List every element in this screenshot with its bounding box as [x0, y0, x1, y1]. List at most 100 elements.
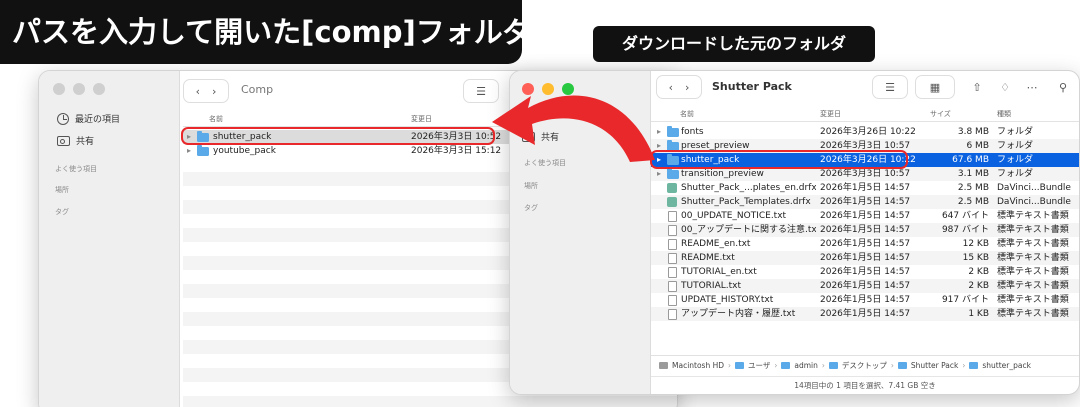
table-row[interactable]: アップデート内容・履歴.txt 2026年1月5日 14:57 1 KB 標準テキスト…: [651, 307, 1079, 321]
disclosure-chevron-icon[interactable]: ▸: [657, 139, 661, 153]
column-header-modified[interactable]: 変更日: [411, 114, 432, 124]
header-divider: [651, 121, 1079, 122]
path-separator-icon: ›: [728, 361, 732, 370]
file-kind: DaVinci...Bundle: [997, 197, 1071, 207]
table-row[interactable]: TUTORIAL.txt 2026年1月5日 14:57 2 KB 標準テキスト書類: [651, 279, 1079, 293]
sidebar: 共有 よく使う項目 場所 タグ: [510, 71, 651, 394]
file-date: 2026年1月5日 14:57: [820, 225, 911, 235]
folder-icon: [735, 362, 745, 369]
folder-icon: [897, 362, 907, 369]
file-kind: 標準テキスト書類: [997, 239, 1069, 249]
table-row[interactable]: ▸ fonts 2026年3月26日 10:22 3.8 MB フォルダ: [651, 125, 1079, 139]
text-document-icon: [668, 211, 677, 222]
disclosure-chevron-icon[interactable]: ▸: [187, 144, 191, 158]
path-segment[interactable]: admin: [794, 361, 818, 370]
table-row[interactable]: Shutter_Pack_Templates.drfx 2026年1月5日 14:…: [651, 195, 1079, 209]
file-size: 1 KB: [968, 309, 989, 319]
path-segment[interactable]: Macintosh HD: [672, 361, 724, 370]
file-name: TUTORIAL.txt: [681, 281, 741, 291]
file-kind: 標準テキスト書類: [997, 211, 1069, 221]
file-date: 2026年3月26日 10:22: [820, 127, 916, 137]
chevron-right-icon[interactable]: ›: [685, 81, 689, 94]
column-header-kind[interactable]: 種類: [997, 109, 1011, 119]
file-date: 2026年1月5日 14:57: [820, 295, 911, 305]
sidebar-item-shared[interactable]: 共有: [57, 134, 94, 147]
table-row[interactable]: ▸ shutter_pack 2026年3月26日 10:22 67.6 MB フォルダ: [651, 153, 1079, 167]
search-button[interactable]: ⚲: [1050, 75, 1076, 99]
close-button[interactable]: [53, 83, 65, 95]
file-size: 987 バイト: [941, 225, 989, 235]
chevron-left-icon[interactable]: ‹: [669, 81, 673, 94]
table-row[interactable]: 00_UPDATE_NOTICE.txt 2026年1月5日 14:57 647 バ…: [651, 209, 1079, 223]
minimize-button[interactable]: [73, 83, 85, 95]
disclosure-chevron-icon[interactable]: ▸: [187, 130, 191, 144]
chevron-right-icon[interactable]: ›: [212, 85, 216, 98]
path-segment[interactable]: Shutter Pack: [911, 361, 958, 370]
column-header-name[interactable]: 名前: [209, 114, 223, 124]
status-bar: 14項目中の 1 項目を選択、7.41 GB 空き: [651, 376, 1079, 394]
file-kind: フォルダ: [997, 169, 1034, 179]
column-header-name[interactable]: 名前: [680, 109, 694, 119]
list-view-icon: ☰: [476, 84, 486, 98]
davinci-bundle-icon: [667, 183, 677, 193]
column-header-modified[interactable]: 変更日: [820, 109, 841, 119]
sidebar-section-tags: タグ: [524, 204, 538, 212]
file-size: 6 MB: [966, 141, 989, 151]
table-row[interactable]: UPDATE_HISTORY.txt 2026年1月5日 14:57 917 バイト…: [651, 293, 1079, 307]
folder-icon: [197, 131, 209, 142]
text-document-icon: [668, 281, 677, 292]
sidebar-item-recent[interactable]: 最近の項目: [57, 112, 120, 125]
list-view-button[interactable]: ☰: [872, 75, 908, 99]
back-forward-buttons[interactable]: ‹ ›: [656, 75, 702, 99]
view-options-button[interactable]: ☰: [463, 79, 499, 103]
sidebar-item-label: 共有: [76, 137, 95, 147]
file-name: README.txt: [681, 253, 735, 263]
chevron-left-icon[interactable]: ‹: [196, 85, 200, 98]
path-segment[interactable]: shutter_pack: [982, 361, 1031, 370]
table-row[interactable]: ▸ preset_preview 2026年3月3日 10:57 6 MB フォルダ: [651, 139, 1079, 153]
file-date: 2026年3月3日 10:57: [820, 141, 911, 151]
zoom-button[interactable]: [93, 83, 105, 95]
table-row[interactable]: TUTORIAL_en.txt 2026年1月5日 14:57 2 KB 標準テキスト…: [651, 265, 1079, 279]
caption-main: パスを入力して開いた[comp]フォルダ: [0, 0, 522, 64]
minimize-button[interactable]: [542, 83, 554, 95]
window-controls: [53, 83, 105, 95]
file-name: UPDATE_HISTORY.txt: [681, 295, 774, 305]
table-row[interactable]: README_en.txt 2026年1月5日 14:57 12 KB 標準テキスト書…: [651, 237, 1079, 251]
disclosure-chevron-icon[interactable]: ▸: [657, 125, 661, 139]
path-separator-icon: ›: [962, 361, 966, 370]
path-segment[interactable]: デスクトップ: [842, 360, 887, 371]
table-row[interactable]: Shutter_Pack_...plates_en.drfx 2026年1月5日 …: [651, 181, 1079, 195]
table-row[interactable]: ▸ transition_preview 2026年3月3日 10:57 3.1 MB…: [651, 167, 1079, 181]
path-segment[interactable]: ユーザ: [748, 360, 770, 371]
close-button[interactable]: [522, 83, 534, 95]
more-icon: ⋯: [1026, 80, 1038, 94]
text-document-icon: [668, 267, 677, 278]
file-date: 2026年1月5日 14:57: [820, 211, 911, 221]
file-name: fonts: [681, 127, 704, 137]
group-button[interactable]: ▦: [915, 75, 955, 99]
file-date: 2026年1月5日 14:57: [820, 309, 911, 319]
share-button[interactable]: ⇧: [964, 75, 990, 99]
disclosure-chevron-icon[interactable]: ▸: [657, 167, 661, 181]
sidebar-item-label: 共有: [541, 133, 560, 143]
file-size: 3.1 MB: [957, 169, 989, 179]
grid-view-icon: ▦: [929, 80, 941, 94]
back-forward-buttons[interactable]: ‹ ›: [183, 79, 229, 103]
sidebar-section-locations: 場所: [524, 182, 538, 190]
tag-button[interactable]: ♢: [992, 75, 1018, 99]
folder-icon: [667, 126, 679, 137]
file-kind: 標準テキスト書類: [997, 309, 1069, 319]
sidebar-item-shared[interactable]: 共有: [522, 130, 559, 143]
file-date: 2026年1月5日 14:57: [820, 183, 911, 193]
column-header-size[interactable]: サイズ: [930, 109, 951, 119]
more-button[interactable]: ⋯: [1018, 75, 1046, 99]
file-name: shutter_pack: [681, 155, 740, 165]
table-row[interactable]: 00_アップデートに関する注意.txt 2026年1月5日 14:57 987 バイ…: [651, 223, 1079, 237]
zoom-button[interactable]: [562, 83, 574, 95]
file-date: 2026年1月5日 14:57: [820, 267, 911, 277]
disclosure-chevron-icon[interactable]: ▸: [657, 153, 661, 167]
table-row[interactable]: README.txt 2026年1月5日 14:57 15 KB 標準テキスト書類: [651, 251, 1079, 265]
folder-icon: [197, 145, 209, 156]
file-date: 2026年1月5日 14:57: [820, 197, 911, 207]
